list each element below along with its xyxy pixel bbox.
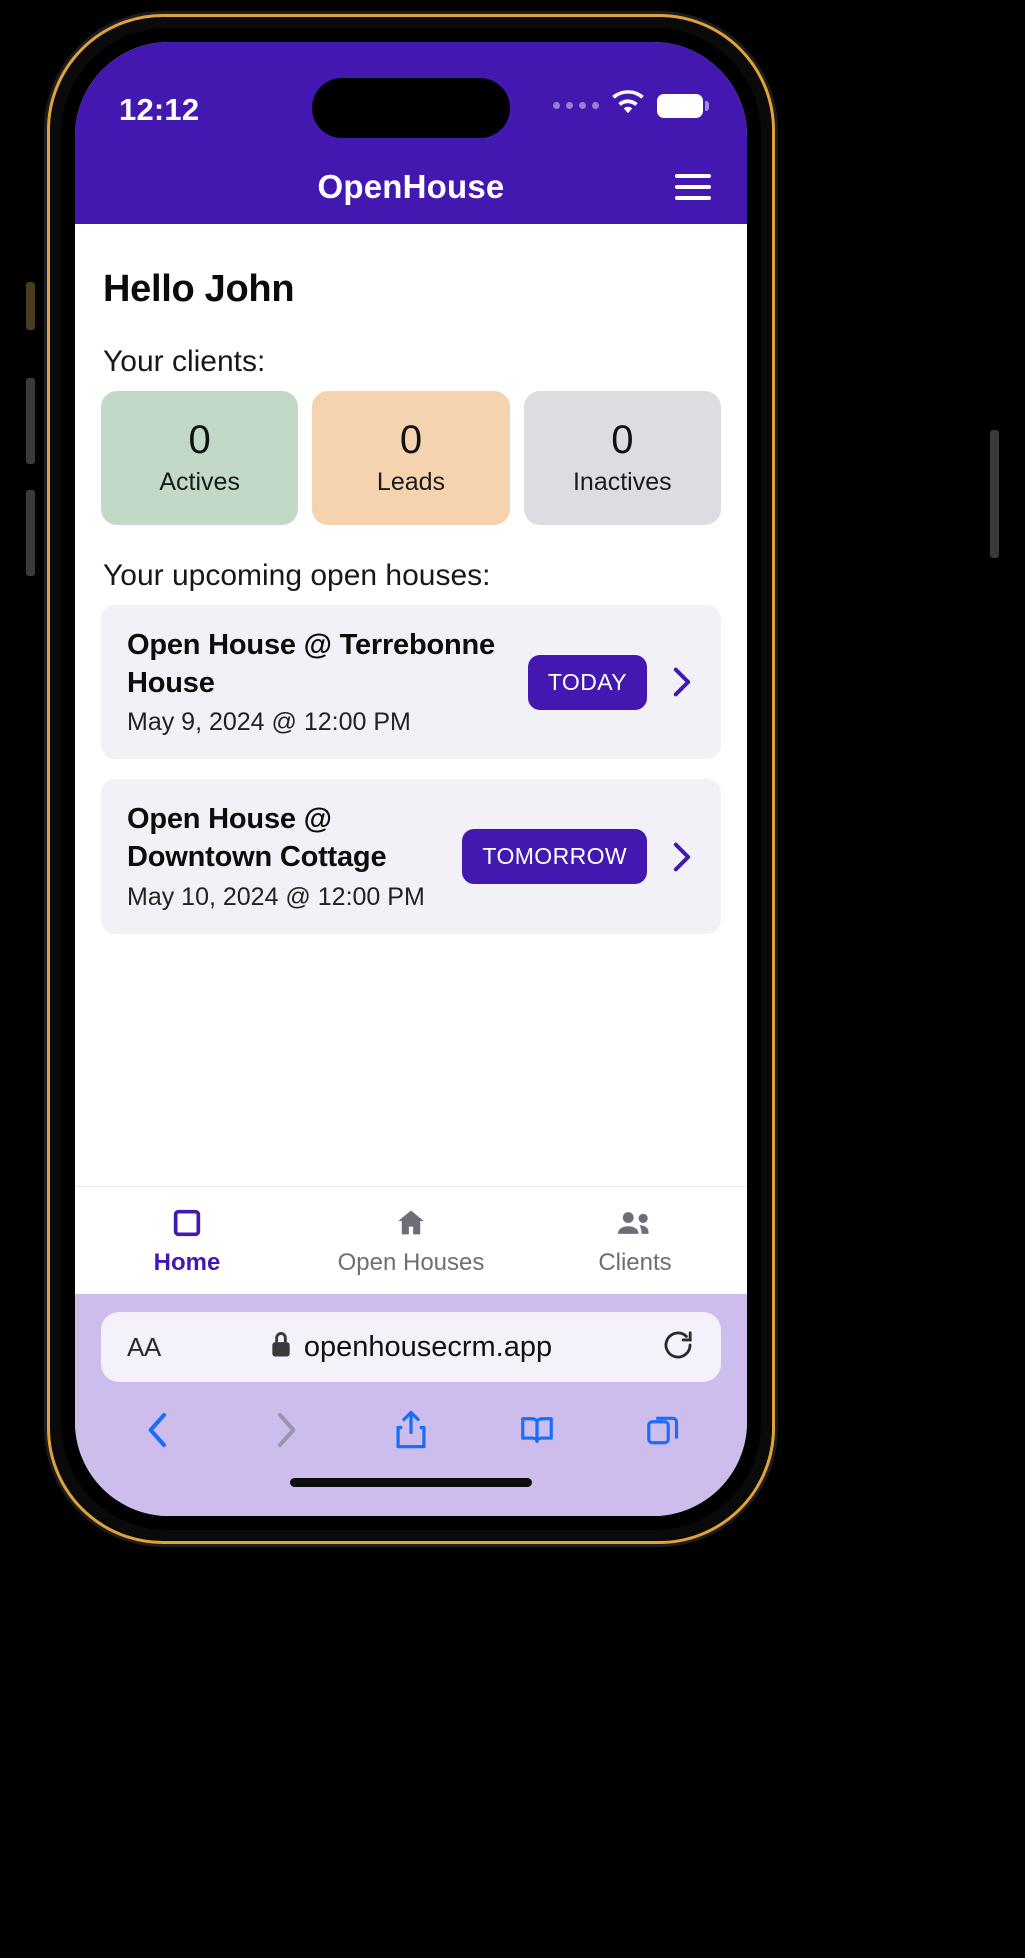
open-house-info: Open House @ Terrebonne House May 9, 202… bbox=[127, 627, 514, 737]
address-bar[interactable]: AA openhousecrm.app bbox=[101, 1312, 721, 1382]
dynamic-island bbox=[312, 78, 510, 138]
tab-clients[interactable]: Clients bbox=[523, 1187, 747, 1294]
home-indicator-area bbox=[75, 1478, 747, 1516]
stat-label: Actives bbox=[159, 467, 240, 496]
url-display: openhousecrm.app bbox=[101, 1331, 721, 1364]
stat-card-inactives[interactable]: 0 Inactives bbox=[523, 391, 721, 525]
people-group-icon bbox=[616, 1205, 654, 1241]
back-button[interactable] bbox=[127, 1402, 191, 1458]
status-bar: 12:12 bbox=[75, 42, 747, 150]
share-button[interactable] bbox=[379, 1402, 443, 1458]
app-header: OpenHouse bbox=[75, 150, 747, 224]
status-clock: 12:12 bbox=[119, 92, 200, 127]
status-badge: TOMORROW bbox=[462, 829, 647, 885]
chevron-right-icon[interactable] bbox=[667, 840, 697, 874]
open-house-date: May 9, 2024 @ 12:00 PM bbox=[127, 708, 411, 737]
open-houses-section-label: Your upcoming open houses: bbox=[103, 559, 491, 592]
browser-toolbar bbox=[101, 1382, 721, 1478]
stat-card-leads[interactable]: 0 Leads bbox=[312, 391, 510, 525]
tab-open-houses[interactable]: Open Houses bbox=[299, 1187, 523, 1294]
volume-down-button[interactable] bbox=[26, 490, 35, 576]
home-indicator[interactable] bbox=[290, 1478, 532, 1487]
clients-section-label: Your clients: bbox=[103, 345, 266, 378]
battery-full-icon bbox=[657, 93, 709, 118]
tab-home[interactable]: Home bbox=[75, 1187, 299, 1294]
url-text: openhousecrm.app bbox=[303, 1330, 553, 1363]
chevron-right-icon[interactable] bbox=[667, 665, 697, 699]
greeting-heading: Hello John bbox=[103, 268, 295, 310]
page-title: OpenHouse bbox=[317, 168, 505, 205]
open-house-title: Open House @ Terrebonne House bbox=[127, 629, 495, 699]
tab-label: Open Houses bbox=[337, 1248, 485, 1276]
client-stats-row: 0 Actives 0 Leads 0 Inactives bbox=[101, 391, 721, 525]
open-house-date: May 10, 2024 @ 12:00 PM bbox=[127, 882, 425, 911]
wifi-icon bbox=[611, 90, 645, 121]
square-outline-icon bbox=[170, 1205, 204, 1241]
phone-screen: 12:12 OpenHouse Hello John Your clients:… bbox=[75, 42, 747, 1516]
open-house-row[interactable]: Open House @ Downtown Cottage May 10, 20… bbox=[101, 779, 721, 934]
bottom-tab-bar: Home Open Houses Clients bbox=[75, 1186, 747, 1294]
open-house-row[interactable]: Open House @ Terrebonne House May 9, 202… bbox=[101, 605, 721, 760]
stat-label: Inactives bbox=[572, 467, 672, 496]
open-house-title: Open House @ Downtown Cottage bbox=[127, 803, 387, 874]
phone-body: 12:12 OpenHouse Hello John Your clients:… bbox=[47, 14, 775, 1544]
stat-count: 0 bbox=[399, 417, 423, 462]
forward-button bbox=[253, 1402, 317, 1458]
house-icon bbox=[394, 1205, 428, 1241]
stat-card-actives[interactable]: 0 Actives bbox=[101, 391, 299, 525]
open-houses-list: Open House @ Terrebonne House May 9, 202… bbox=[101, 605, 721, 934]
status-badge: TODAY bbox=[527, 654, 647, 710]
phone-mockup: 12:12 OpenHouse Hello John Your clients:… bbox=[0, 0, 1025, 1958]
signal-dots-icon bbox=[553, 102, 599, 109]
tab-label: Home bbox=[153, 1248, 221, 1276]
phone-bezel: 12:12 OpenHouse Hello John Your clients:… bbox=[61, 28, 761, 1530]
stat-count: 0 bbox=[188, 417, 211, 462]
status-indicators bbox=[553, 90, 709, 121]
main-content: Hello John Your clients: 0 Actives 0 Lea… bbox=[75, 224, 747, 1186]
open-house-info: Open House @ Downtown Cottage May 10, 20… bbox=[127, 801, 448, 911]
stat-count: 0 bbox=[611, 417, 634, 462]
bookmarks-button[interactable] bbox=[505, 1402, 569, 1458]
silent-switch[interactable] bbox=[26, 282, 35, 330]
tab-label: Clients bbox=[598, 1248, 672, 1276]
stat-label: Leads bbox=[376, 467, 446, 496]
browser-chrome: AA openhousecrm.app bbox=[75, 1294, 747, 1478]
tabs-button[interactable] bbox=[631, 1402, 695, 1458]
lock-icon bbox=[270, 1331, 292, 1363]
power-button[interactable] bbox=[990, 430, 999, 558]
volume-up-button[interactable] bbox=[26, 378, 35, 464]
hamburger-menu-icon[interactable] bbox=[675, 174, 711, 200]
